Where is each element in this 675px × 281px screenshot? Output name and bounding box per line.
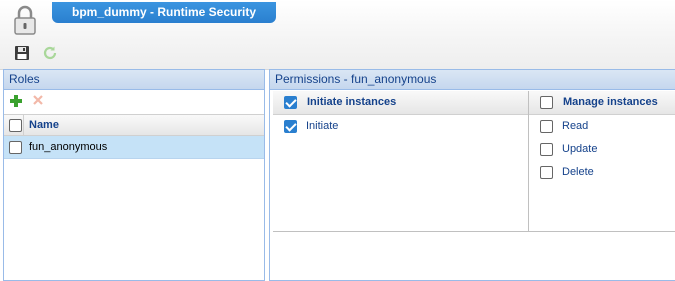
read-checkbox[interactable] [540,120,553,133]
lock-icon [14,5,36,35]
role-checkbox[interactable] [9,141,22,154]
permission-item[interactable]: Delete [529,161,675,184]
select-all-roles-checkbox[interactable] [9,119,22,132]
permissions-panel-title: Permissions - fun_anonymous [270,70,675,90]
permission-group-manage: Manage instances Read Update Delete [529,91,675,232]
initiate-instances-checkbox[interactable] [284,96,297,109]
roles-panel-title: Roles [4,70,264,90]
save-icon[interactable] [14,45,30,61]
refresh-icon[interactable] [42,45,58,61]
initiate-checkbox[interactable] [284,120,297,133]
roles-panel: Roles Name fun_anonymous [3,69,265,281]
column-divider [23,115,24,136]
permission-item[interactable]: Initiate [273,115,528,138]
permission-item[interactable]: Update [529,138,675,161]
permission-group-title: Manage instances [563,96,658,108]
add-icon[interactable] [9,94,23,108]
update-checkbox[interactable] [540,143,553,156]
window-title: bpm_dummy - Runtime Security [52,2,276,23]
role-row[interactable]: fun_anonymous [4,136,264,159]
permission-group-title: Initiate instances [307,96,397,108]
permissions-panel: Permissions - fun_anonymous Initiate ins… [269,69,675,281]
permission-item[interactable]: Read [529,115,675,138]
permission-group-header: Initiate instances [273,91,528,115]
delete-icon[interactable] [32,94,44,106]
role-name: fun_anonymous [29,141,108,153]
manage-instances-checkbox[interactable] [540,96,553,109]
permission-label: Update [562,143,598,155]
permission-label: Initiate [306,120,339,132]
roles-toolbar [4,90,264,114]
permission-label: Delete [562,166,594,178]
permission-group-header: Manage instances [529,91,675,115]
permission-label: Read [562,120,589,132]
permission-group-initiate: Initiate instances Initiate [273,91,529,232]
name-column-header[interactable]: Name [29,119,59,131]
roles-grid-header: Name [4,114,264,136]
delete-checkbox[interactable] [540,166,553,179]
app-header: bpm_dummy - Runtime Security [0,0,675,70]
